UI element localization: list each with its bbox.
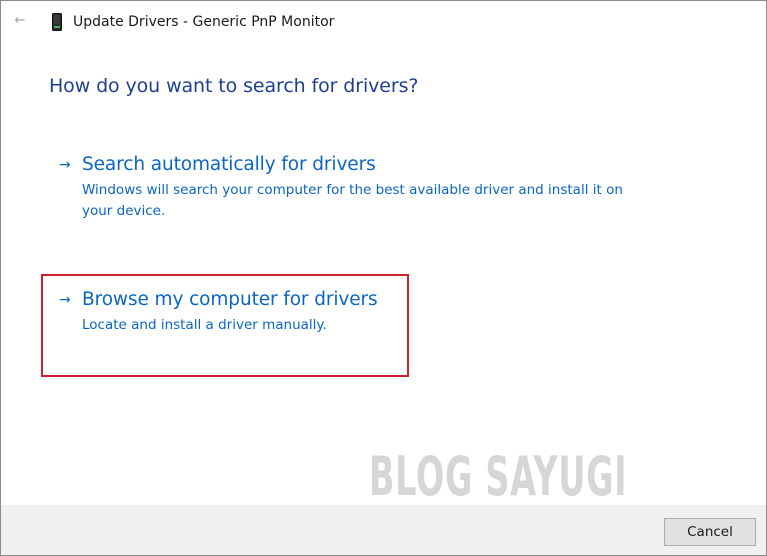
option-title: Browse my computer for drivers bbox=[82, 289, 378, 310]
update-drivers-window: ← Update Drivers - Generic PnP Monitor H… bbox=[0, 0, 767, 556]
search-automatically-option[interactable]: → Search automatically for drivers Windo… bbox=[59, 154, 659, 224]
monitor-device-icon bbox=[52, 13, 62, 31]
back-arrow-icon[interactable]: ← bbox=[11, 12, 29, 30]
title-bar: ← Update Drivers - Generic PnP Monitor bbox=[1, 1, 766, 43]
arrow-right-icon: → bbox=[59, 292, 71, 308]
option-description: Locate and install a driver manually. bbox=[82, 317, 327, 333]
option-title: Search automatically for drivers bbox=[82, 154, 376, 175]
cancel-button[interactable]: Cancel bbox=[664, 518, 756, 546]
option-description: Windows will search your computer for th… bbox=[82, 182, 623, 219]
dialog-footer: Cancel bbox=[1, 505, 766, 555]
browse-computer-option[interactable]: → Browse my computer for drivers Locate … bbox=[59, 289, 399, 339]
watermark: BLOG SAYUGI bbox=[369, 445, 628, 508]
page-heading: How do you want to search for drivers? bbox=[49, 75, 419, 97]
arrow-right-icon: → bbox=[59, 157, 71, 173]
window-title: Update Drivers - Generic PnP Monitor bbox=[73, 14, 335, 30]
